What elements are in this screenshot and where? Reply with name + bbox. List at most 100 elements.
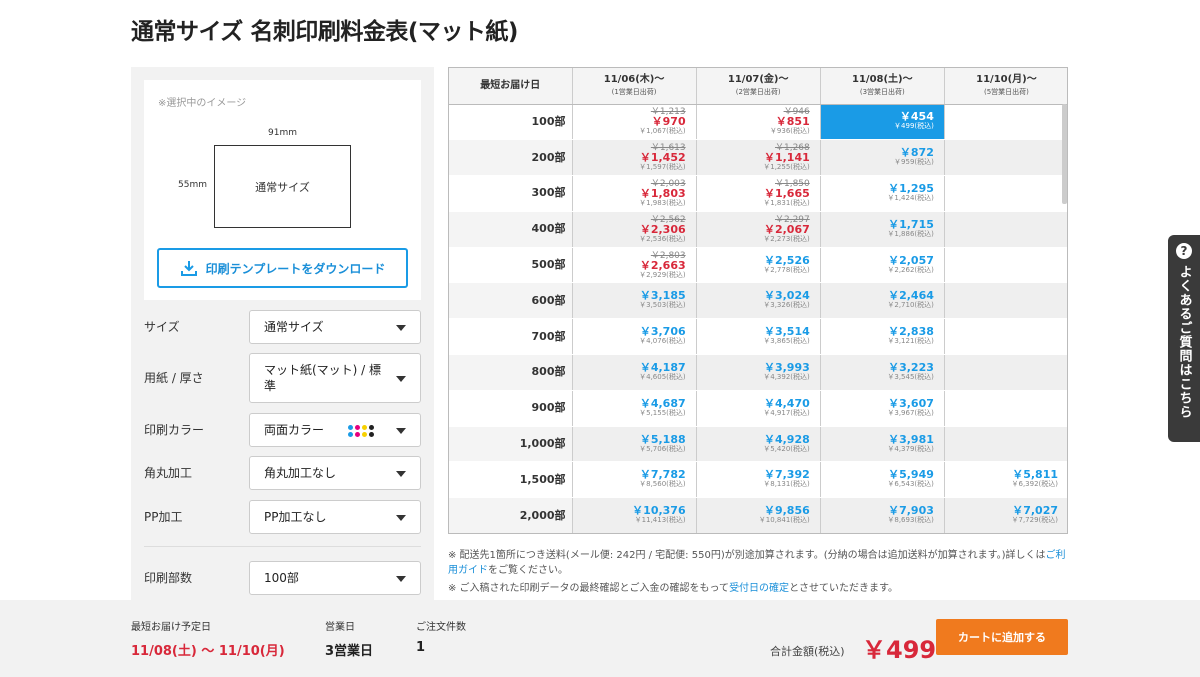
- price: ￥7,392: [763, 468, 810, 482]
- height-label: 55mm: [178, 180, 207, 190]
- price: ￥4,687: [639, 396, 686, 410]
- price-cell[interactable]: ￥9,856 ￥10,841(税込): [696, 497, 821, 533]
- cmyk-dots-icon: [348, 424, 382, 438]
- select-value: マット紙(マット) / 標準: [264, 363, 382, 393]
- color-select[interactable]: 両面カラー: [249, 413, 421, 447]
- price-cell[interactable]: ￥1,268 ￥1,141 ￥1,255(税込): [696, 139, 821, 177]
- round-corner-select[interactable]: 角丸加工なし: [249, 456, 421, 490]
- price: ￥1,803: [639, 186, 686, 200]
- price-cell[interactable]: ￥2,297 ￥2,067 ￥2,273(税込): [696, 211, 821, 248]
- quantity-cell: 100部: [449, 104, 573, 141]
- tax-price: ￥936(税込): [769, 127, 810, 136]
- size-select[interactable]: 通常サイズ: [249, 310, 421, 344]
- price-cell[interactable]: ￥2,003 ￥1,803 ￥1,983(税込): [572, 175, 697, 212]
- acceptance-date-link[interactable]: 受付日の確定: [729, 583, 789, 594]
- price-cell: [944, 390, 1067, 427]
- price-cell[interactable]: ￥7,392 ￥8,131(税込): [696, 461, 821, 499]
- price-cell[interactable]: ￥1,213 ￥970 ￥1,067(税込): [572, 104, 697, 141]
- price: ￥970: [651, 115, 686, 129]
- tax-price: ￥3,503(税込): [639, 301, 686, 310]
- quantity-cell: 700部: [449, 318, 573, 356]
- price-cell[interactable]: ￥1,295 ￥1,424(税込): [820, 175, 945, 212]
- faq-tab[interactable]: ? よくあるご質問はこちら: [1168, 235, 1200, 442]
- price-cell[interactable]: ￥2,057 ￥2,262(税込): [820, 247, 945, 284]
- size-preview: ※選択中のイメージ 91mm 55mm 通常サイズ 印刷テンプレートをダウンロー…: [144, 80, 421, 300]
- pp-select[interactable]: PP加工なし: [249, 500, 421, 534]
- price-cell[interactable]: ￥4,470 ￥4,917(税込): [696, 390, 821, 427]
- tax-price: ￥3,545(税込): [887, 372, 934, 381]
- shipping-note: ※ 配送先1箇所につき送料(メール便: 242円 / 宅配便: 550円)が別途…: [448, 548, 1068, 578]
- chevron-down-icon: [396, 325, 406, 331]
- price-cell[interactable]: ￥946 ￥851 ￥936(税込): [696, 104, 821, 141]
- corner-header: 最短お届け日: [449, 68, 573, 105]
- tax-price: ￥2,710(税込): [887, 301, 934, 310]
- table-row: 500部 ￥2,803 ￥2,663 ￥2,929(税込) ￥2,526 ￥2,778(税…: [449, 247, 1067, 284]
- column-sub: (1営業日出荷): [611, 87, 657, 96]
- option-color: 印刷カラー 両面カラー: [131, 413, 434, 447]
- tax-price: ￥4,392(税込): [763, 372, 810, 381]
- add-to-cart-button[interactable]: カートに追加する: [936, 619, 1068, 655]
- price-cell[interactable]: ￥5,188 ￥5,706(税込): [572, 426, 697, 463]
- price-cell: [944, 318, 1067, 356]
- price: ￥2,057: [888, 253, 934, 267]
- option-label: 印刷部数: [144, 571, 193, 585]
- quantity-select[interactable]: 100部: [249, 561, 421, 595]
- price-cell[interactable]: ￥4,687 ￥5,155(税込): [572, 390, 697, 427]
- price-cell[interactable]: ￥3,607 ￥3,967(税込): [820, 390, 945, 427]
- price-cell[interactable]: ￥2,526 ￥2,778(税込): [696, 247, 821, 284]
- price-cell[interactable]: ￥2,838 ￥3,121(税込): [820, 318, 945, 356]
- price-cell[interactable]: ￥7,903 ￥8,693(税込): [820, 497, 945, 533]
- price-cell[interactable]: ￥1,850 ￥1,665 ￥1,831(税込): [696, 175, 821, 212]
- price-cell[interactable]: ￥5,949 ￥6,543(税込): [820, 461, 945, 499]
- page-title: 通常サイズ 名刺印刷料金表(マット紙): [131, 19, 518, 45]
- table-row: 200部 ￥1,613 ￥1,452 ￥1,597(税込) ￥1,268 ￥1,141 ￥1…: [449, 139, 1067, 177]
- chevron-down-icon: [396, 428, 406, 434]
- quantity-cell: 500部: [449, 247, 573, 284]
- price-cell[interactable]: ￥10,376 ￥11,413(税込): [572, 497, 697, 533]
- price-cell[interactable]: ￥454 ￥499(税込): [820, 104, 945, 141]
- price-cell[interactable]: ￥3,706 ￥4,076(税込): [572, 318, 697, 356]
- tax-price: ￥4,076(税込): [639, 337, 686, 346]
- download-template-button[interactable]: 印刷テンプレートをダウンロード: [157, 248, 408, 288]
- price: ￥851: [775, 115, 810, 129]
- option-quantity: 印刷部数 100部: [131, 561, 434, 595]
- price-cell[interactable]: ￥3,981 ￥4,379(税込): [820, 426, 945, 463]
- price-cell[interactable]: ￥3,514 ￥3,865(税込): [696, 318, 821, 356]
- tax-price: ￥1,424(税込): [887, 193, 934, 202]
- price-cell[interactable]: ￥3,993 ￥4,392(税込): [696, 354, 821, 391]
- price-cell[interactable]: ￥3,185 ￥3,503(税込): [572, 282, 697, 320]
- paper-select[interactable]: マット紙(マット) / 標準: [249, 353, 421, 403]
- price-cell[interactable]: ￥4,187 ￥4,605(税込): [572, 354, 697, 391]
- option-paper: 用紙 / 厚さ マット紙(マット) / 標準: [131, 353, 434, 403]
- quantity-cell: 2,000部: [449, 497, 573, 533]
- price: ￥4,928: [763, 432, 810, 446]
- select-value: PP加工なし: [264, 510, 327, 524]
- price-cell[interactable]: ￥1,613 ￥1,452 ￥1,597(税込): [572, 139, 697, 177]
- price: ￥3,607: [888, 396, 934, 410]
- price: ￥4,187: [639, 360, 686, 374]
- price-cell[interactable]: ￥7,782 ￥8,560(税込): [572, 461, 697, 499]
- tax-price: ￥6,543(税込): [887, 480, 934, 489]
- price-cell[interactable]: ￥3,223 ￥3,545(税込): [820, 354, 945, 391]
- price-cell[interactable]: ￥5,811 ￥6,392(税込): [944, 461, 1067, 499]
- price-cell[interactable]: ￥3,024 ￥3,326(税込): [696, 282, 821, 320]
- price-cell[interactable]: ￥2,803 ￥2,663 ￥2,929(税込): [572, 247, 697, 284]
- select-value: 通常サイズ: [264, 320, 324, 334]
- price-cell[interactable]: ￥1,715 ￥1,886(税込): [820, 211, 945, 248]
- price: ￥454: [899, 110, 934, 124]
- column-date: 11/07(金)〜: [727, 73, 789, 85]
- tax-price: ￥959(税込): [894, 158, 934, 167]
- price-cell[interactable]: ￥872 ￥959(税込): [820, 139, 945, 177]
- tax-price: ￥2,778(税込): [763, 265, 810, 274]
- tax-price: ￥4,917(税込): [763, 408, 810, 417]
- table-row: 900部 ￥4,687 ￥5,155(税込) ￥4,470 ￥4,917(税込) ￥3,6…: [449, 390, 1067, 427]
- quantity-cell: 1,000部: [449, 426, 573, 463]
- price-cell[interactable]: ￥7,027 ￥7,729(税込): [944, 497, 1067, 533]
- price: ￥5,811: [1012, 468, 1058, 482]
- price-cell[interactable]: ￥4,928 ￥5,420(税込): [696, 426, 821, 463]
- table-scrollbar[interactable]: [1062, 104, 1067, 204]
- price-cell[interactable]: ￥2,464 ￥2,710(税込): [820, 282, 945, 320]
- price-cell[interactable]: ￥2,562 ￥2,306 ￥2,536(税込): [572, 211, 697, 248]
- tax-price: ￥2,536(税込): [639, 234, 686, 243]
- price: ￥1,715: [888, 217, 934, 231]
